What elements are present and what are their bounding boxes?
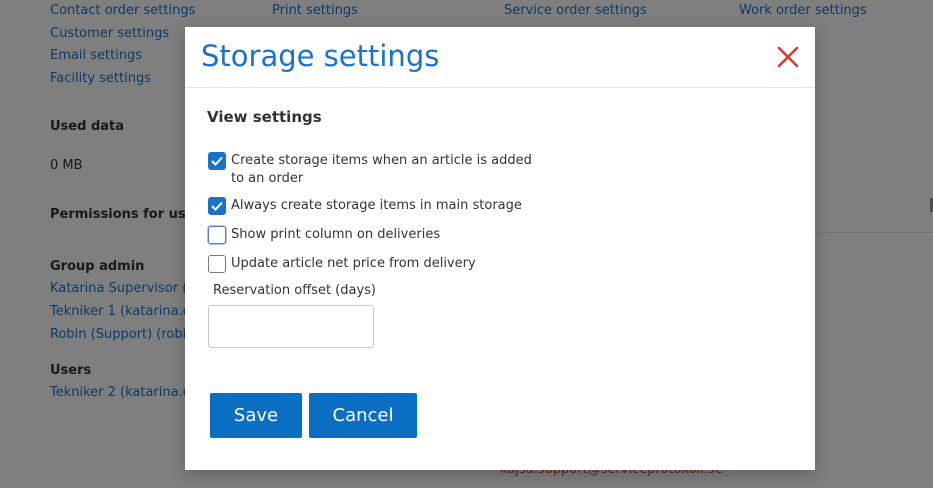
- cancel-button[interactable]: Cancel: [309, 393, 417, 438]
- checkbox-row-create-storage-items: Create storage items when an article is …: [208, 152, 548, 188]
- create-storage-items-label: Create storage items when an article is …: [231, 153, 532, 186]
- dialog-title: Storage settings: [201, 39, 440, 73]
- reservation-offset-input[interactable]: [208, 305, 374, 348]
- checkbox-row-update-net-price: Update article net price from delivery: [208, 255, 476, 273]
- checkmark-icon: [211, 156, 223, 166]
- update-net-price-checkbox[interactable]: [208, 255, 226, 273]
- view-settings-heading: View settings: [207, 108, 322, 126]
- always-main-storage-label: Always create storage items in main stor…: [231, 198, 522, 213]
- dialog-header: Storage settings: [185, 27, 815, 88]
- close-icon: [777, 46, 799, 68]
- show-print-column-label: Show print column on deliveries: [231, 227, 441, 242]
- always-main-storage-checkbox[interactable]: [208, 197, 226, 215]
- show-print-column-checkbox[interactable]: [208, 226, 226, 244]
- create-storage-items-checkbox[interactable]: [208, 152, 226, 170]
- update-net-price-label: Update article net price from delivery: [231, 256, 476, 271]
- checkmark-icon: [211, 201, 223, 211]
- checkbox-row-always-main-storage: Always create storage items in main stor…: [208, 197, 522, 215]
- close-button[interactable]: [776, 45, 800, 69]
- save-button[interactable]: Save: [210, 393, 302, 438]
- reservation-offset-label: Reservation offset (days): [213, 283, 376, 298]
- checkbox-row-show-print-column: Show print column on deliveries: [208, 226, 440, 244]
- storage-settings-dialog: Storage settings View settings Create st…: [185, 27, 815, 470]
